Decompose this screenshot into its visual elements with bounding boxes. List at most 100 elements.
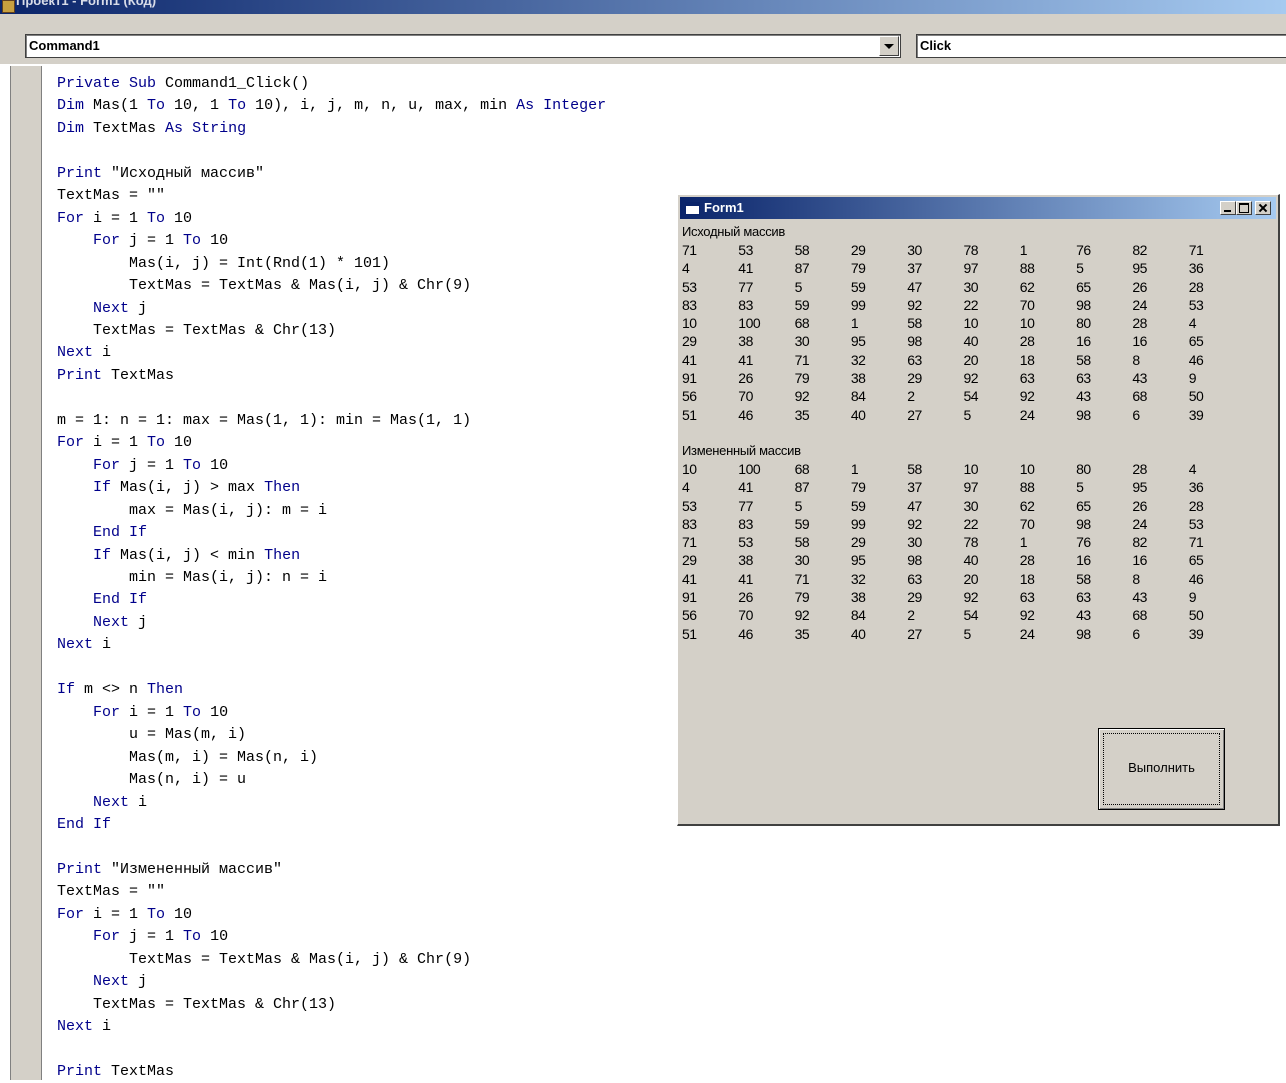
array-cell: 29 <box>682 333 697 350</box>
code-line[interactable]: Next i <box>57 342 606 364</box>
code-keyword: Private <box>57 75 121 92</box>
code-text: j <box>129 973 148 991</box>
maximize-icon[interactable] <box>1236 201 1252 215</box>
code-text: m = 1: n = 1: max = Mas(1, 1): min = Mas… <box>57 411 472 429</box>
code-line[interactable]: TextMas = TextMas & Mas(i, j) & Chr(9) <box>57 275 606 297</box>
object-combo[interactable]: Command1 <box>25 34 901 58</box>
code-line[interactable]: Next j <box>57 612 606 634</box>
array-cell: 65 <box>1076 278 1091 295</box>
code-line[interactable]: Mas(i, j) = Int(Rnd(1) * 101) <box>57 253 606 275</box>
array-cell: 99 <box>850 515 866 532</box>
code-line[interactable]: Print "Исходный массив" <box>57 163 606 185</box>
code-line[interactable] <box>57 1038 606 1060</box>
code-text: TextMas <box>102 366 175 384</box>
code-line[interactable]: For j = 1 To 10 <box>57 455 606 477</box>
code-line[interactable]: m = 1: n = 1: max = Mas(1, 1): min = Mas… <box>57 410 606 432</box>
code-line[interactable]: Next j <box>57 971 606 993</box>
array-cell: 79 <box>850 479 866 496</box>
array-cell: 58 <box>794 242 810 258</box>
array-cell: 77 <box>738 278 753 295</box>
array-cell: 38 <box>850 370 866 387</box>
code-line[interactable]: If Mas(i, j) < min Then <box>57 545 606 567</box>
array-cell: 29 <box>907 589 922 606</box>
array-cell: 9 <box>1188 589 1197 606</box>
code-line[interactable]: max = Mas(i, j): m = i <box>57 500 606 522</box>
code-line[interactable]: If Mas(i, j) > max Then <box>57 477 606 499</box>
code-line[interactable]: For i = 1 To 10 <box>57 432 606 454</box>
code-keyword: Dim <box>57 97 85 115</box>
array-cell: 28 <box>1132 315 1147 332</box>
array-cell: 41 <box>738 260 753 277</box>
code-line[interactable]: Mas(n, i) = u <box>57 769 606 791</box>
code-line[interactable]: TextMas = TextMas & Chr(13) <box>57 994 606 1016</box>
array-cell: 5 <box>1076 260 1084 277</box>
code-line[interactable]: Next i <box>57 792 606 814</box>
array-cell: 43 <box>1132 589 1147 606</box>
code-line[interactable] <box>57 836 606 858</box>
code-line[interactable]: For i = 1 To 10 <box>57 702 606 724</box>
array-cell: 5 <box>963 625 972 642</box>
array-cell: 24 <box>1019 406 1035 423</box>
code-editor[interactable]: Private Sub Command1_Click() Dim Mas(1 To… <box>57 73 606 1083</box>
code-line[interactable]: Next i <box>57 1016 606 1038</box>
margin-indicator-bar[interactable] <box>10 66 42 1080</box>
array-cell: 26 <box>738 370 753 387</box>
code-line[interactable]: TextMas = TextMas & Mas(i, j) & Chr(9) <box>57 949 606 971</box>
code-line[interactable]: min = Mas(i, j): n = i <box>57 567 606 589</box>
array-cell: 100 <box>738 461 761 477</box>
code-line[interactable]: TextMas = "" <box>57 185 606 207</box>
array-cell: 63 <box>1076 370 1091 387</box>
code-line[interactable] <box>57 387 606 409</box>
code-line[interactable]: For i = 1 To 10 <box>57 208 606 230</box>
code-keyword: For <box>57 905 85 923</box>
code-line[interactable]: End If <box>57 522 606 544</box>
close-icon[interactable] <box>1255 201 1271 215</box>
code-line[interactable]: u = Mas(m, i) <box>57 724 606 746</box>
code-line[interactable] <box>57 140 606 162</box>
code-line[interactable]: Dim TextMas As String <box>57 118 606 140</box>
code-line[interactable]: Print "Измененный массив" <box>57 859 606 881</box>
array-cell: 98 <box>907 552 922 569</box>
array-cell: 27 <box>907 406 922 423</box>
code-line[interactable]: For i = 1 To 10 <box>57 904 606 926</box>
code-line[interactable]: Private Sub Command1_Click() <box>57 73 606 95</box>
array-cell: 22 <box>963 515 979 532</box>
array-cell: 28 <box>1188 278 1204 295</box>
code-keyword: Print <box>57 366 103 384</box>
array-cell: 80 <box>1076 461 1091 477</box>
code-text: TextMas <box>84 119 166 137</box>
code-line[interactable]: For j = 1 To 10 <box>57 230 606 252</box>
array-cell: 59 <box>794 296 810 313</box>
array-cell: 43 <box>1076 388 1091 405</box>
procedure-combo[interactable]: Click <box>916 34 1286 58</box>
code-line[interactable]: TextMas = "" <box>57 881 606 903</box>
code-line[interactable]: Mas(m, i) = Mas(n, i) <box>57 747 606 769</box>
array-cell: 5 <box>794 497 803 514</box>
code-line[interactable]: TextMas = TextMas & Chr(13) <box>57 320 606 342</box>
array-cell: 99 <box>850 296 866 313</box>
code-line[interactable]: For j = 1 To 10 <box>57 926 606 948</box>
code-line[interactable] <box>57 657 606 679</box>
code-line[interactable]: End If <box>57 814 606 836</box>
code-keyword: Next <box>93 793 130 811</box>
code-line[interactable]: If m <> n Then <box>57 679 606 701</box>
run-button[interactable]: Выполнить <box>1098 728 1225 810</box>
code-line[interactable]: Next j <box>57 298 606 320</box>
array-cell: 53 <box>682 278 697 295</box>
code-keyword: To <box>147 209 166 227</box>
code-keyword: To <box>183 928 202 946</box>
code-line[interactable]: Print TextMas <box>57 365 606 387</box>
array-cell: 58 <box>1076 351 1091 368</box>
code-line[interactable]: End If <box>57 589 606 611</box>
array-cell: 4 <box>682 479 690 496</box>
minimize-icon[interactable] <box>1220 201 1236 215</box>
code-keyword: For <box>93 456 121 474</box>
code-line[interactable]: Dim Mas(1 To 10, 1 To 10), i, j, m, n, u… <box>57 95 606 117</box>
form1-title-bar[interactable]: Form1 <box>680 197 1276 219</box>
array-cell: 70 <box>738 607 753 624</box>
array-cell: 6 <box>1132 406 1140 423</box>
code-line[interactable]: Next i <box>57 634 606 656</box>
chevron-down-icon[interactable] <box>879 36 899 56</box>
